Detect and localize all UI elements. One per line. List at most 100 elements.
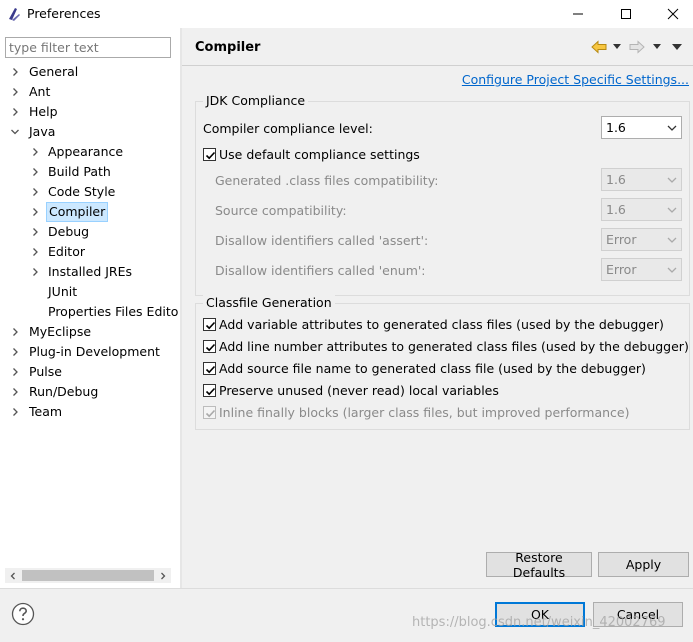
chevron-right-icon[interactable] (30, 147, 40, 157)
chevron-right-icon[interactable] (10, 407, 20, 417)
chevron-right-icon[interactable] (30, 247, 40, 257)
chevron-right-icon[interactable] (10, 387, 20, 397)
tree-item-label: Build Path (48, 164, 111, 179)
scroll-left-button[interactable] (5, 568, 21, 583)
back-menu-button[interactable] (613, 38, 621, 56)
restore-defaults-button[interactable]: Restore Defaults (486, 550, 592, 580)
tree-item[interactable]: Plug-in Development (0, 342, 178, 362)
chevron-right-icon[interactable] (30, 167, 40, 177)
chevron-down-icon (653, 44, 661, 49)
chevron-right-icon[interactable] (10, 367, 20, 377)
source-compat-select[interactable]: 1.6 (601, 198, 682, 221)
jdk-compliance-title: JDK Compliance (203, 93, 309, 108)
checkmark-icon (205, 343, 216, 352)
maximize-button[interactable] (603, 0, 649, 28)
tree-item[interactable]: Java (0, 122, 178, 142)
checkmark-icon (205, 387, 216, 396)
scrollbar-thumb[interactable] (22, 570, 154, 581)
jdk-compliance-group: JDK Compliance Compiler compliance level… (195, 93, 690, 296)
forward-menu-button[interactable] (653, 38, 661, 56)
disallow-enum-select[interactable]: Error (601, 258, 682, 281)
tree-item[interactable]: Team (0, 402, 178, 422)
use-default-compliance-checkbox[interactable] (203, 148, 216, 161)
chevron-left-icon (10, 572, 15, 579)
chevron-right-icon[interactable] (30, 187, 40, 197)
chevron-down-icon[interactable] (10, 127, 20, 137)
tree-item-label: Java (29, 124, 56, 139)
chevron-right-icon[interactable] (10, 327, 20, 337)
disallow-enum-value: Error (606, 262, 637, 277)
tree-item[interactable]: Appearance (0, 142, 178, 162)
tree-item-label: Properties Files Edito (48, 304, 179, 319)
filter-input[interactable] (5, 37, 171, 58)
preferences-tree-pane: General Ant Help Java Appearance Build Path Co… (0, 28, 178, 588)
classfile-generation-group: Classfile Generation Add variable attrib… (195, 295, 690, 430)
tree-item-label: Team (29, 404, 63, 419)
eclipse-app-icon (9, 8, 20, 21)
chevron-right-icon (161, 572, 166, 579)
chevron-down-icon (667, 125, 677, 131)
view-menu-button[interactable] (672, 38, 682, 56)
tree-item[interactable]: General (0, 62, 178, 82)
classfile-option-checkbox[interactable] (203, 362, 216, 375)
chevron-right-icon[interactable] (10, 87, 20, 97)
tree-item[interactable]: Run/Debug (0, 382, 178, 402)
source-compat-label: Source compatibility: (215, 203, 347, 218)
tree-item[interactable]: Debug (0, 222, 178, 242)
scroll-right-button[interactable] (155, 568, 171, 583)
tree-item-label: Ant (29, 84, 51, 99)
tree-item-label: Debug (48, 224, 90, 239)
tree-item[interactable]: Pulse (0, 362, 178, 382)
classfile-option-checkbox[interactable] (203, 406, 216, 419)
generated-class-compat-select[interactable]: 1.6 (601, 168, 682, 191)
checkmark-icon (205, 321, 216, 330)
tree-item-label: Pulse (29, 364, 62, 379)
page-title: Compiler (195, 40, 261, 55)
classfile-option-checkbox[interactable] (203, 318, 216, 331)
tree-horizontal-scrollbar[interactable] (5, 568, 171, 583)
tree-item[interactable]: Ant (0, 82, 178, 102)
close-button[interactable] (650, 0, 693, 28)
checkmark-icon (205, 409, 216, 418)
tree-item[interactable]: JUnit (0, 282, 178, 302)
chevron-right-icon[interactable] (10, 347, 20, 357)
configure-project-specific-link[interactable]: Configure Project Specific Settings... (462, 72, 689, 87)
close-icon (667, 8, 679, 20)
source-compat-value: 1.6 (606, 202, 626, 217)
chevron-down-icon (667, 177, 677, 183)
maximize-icon (621, 9, 631, 19)
forward-arrow-icon (629, 40, 645, 54)
chevron-right-icon[interactable] (30, 267, 40, 277)
tree-item[interactable]: Build Path (0, 162, 178, 182)
classfile-option-label: Add line number attributes to generated … (219, 339, 689, 354)
tree-item[interactable]: Code Style (0, 182, 178, 202)
chevron-right-icon[interactable] (10, 67, 20, 77)
tree-item[interactable]: Installed JREs (0, 262, 178, 282)
classfile-generation-title: Classfile Generation (203, 295, 335, 310)
back-button[interactable] (591, 38, 607, 56)
disallow-assert-select[interactable]: Error (601, 228, 682, 251)
chevron-right-icon[interactable] (30, 207, 40, 217)
view-menu-icon (672, 44, 682, 50)
minimize-button[interactable] (555, 0, 601, 28)
checkmark-icon (205, 151, 216, 160)
tree-item[interactable]: Help (0, 102, 178, 122)
tree-item[interactable]: MyEclipse (0, 322, 178, 342)
chevron-right-icon[interactable] (10, 107, 20, 117)
tree-item[interactable]: Compiler (0, 202, 178, 222)
chevron-down-icon (667, 237, 677, 243)
tree-item-label: General (29, 64, 79, 79)
tree-item[interactable]: Editor (0, 242, 178, 262)
classfile-option-checkbox[interactable] (203, 384, 216, 397)
tree-item-label: Run/Debug (29, 384, 99, 399)
compliance-level-select[interactable]: 1.6 (601, 116, 682, 139)
apply-button[interactable]: Apply (598, 552, 689, 577)
classfile-option-checkbox[interactable] (203, 340, 216, 353)
help-icon[interactable] (11, 602, 35, 626)
tree-item[interactable]: Properties Files Edito (0, 302, 178, 322)
forward-button[interactable] (629, 38, 645, 56)
generated-class-compat-value: 1.6 (606, 172, 626, 187)
tree-item-label: Help (29, 104, 58, 119)
chevron-right-icon[interactable] (30, 227, 40, 237)
disallow-assert-label: Disallow identifiers called 'assert': (215, 233, 429, 248)
